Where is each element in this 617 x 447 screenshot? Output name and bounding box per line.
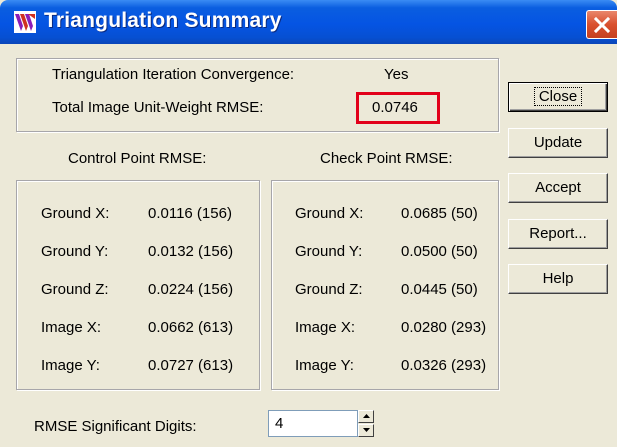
control-row-label: Ground Y: <box>41 243 109 260</box>
rmse-highlight-box <box>356 92 440 124</box>
significant-digits-input[interactable] <box>268 410 358 437</box>
rmse-label: Total Image Unit-Weight RMSE: <box>52 99 264 116</box>
check-row-label: Ground Z: <box>295 281 363 298</box>
spin-up-button[interactable] <box>358 410 374 423</box>
check-row-label: Image X: <box>295 319 356 336</box>
arrow-up-icon <box>363 414 370 418</box>
check-row-value: 0.0445 (50) <box>401 281 478 298</box>
accept-button[interactable]: Accept <box>508 173 608 203</box>
triangulation-summary-dialog: Triangulation Summary Triangulation Iter… <box>0 0 617 447</box>
control-row-value: 0.0132 (156) <box>148 243 234 260</box>
check-row-label: Ground Y: <box>295 243 363 260</box>
control-row-label: Image X: <box>41 319 102 336</box>
control-row-value: 0.0662 (613) <box>148 319 234 336</box>
control-row-label: Ground X: <box>41 205 110 222</box>
window-title: Triangulation Summary <box>44 9 282 32</box>
convergence-value: Yes <box>384 66 409 83</box>
title-bar[interactable]: Triangulation Summary <box>0 0 617 44</box>
report-button[interactable]: Report... <box>508 219 608 249</box>
check-row-label: Image Y: <box>295 357 354 374</box>
check-row-value: 0.0280 (293) <box>401 319 487 336</box>
window-close-button[interactable] <box>586 10 617 39</box>
check-row-value: 0.0685 (50) <box>401 205 478 222</box>
close-icon <box>593 16 611 34</box>
help-button[interactable]: Help <box>508 264 608 294</box>
check-row-value: 0.0500 (50) <box>401 243 478 260</box>
spin-down-button[interactable] <box>358 424 374 437</box>
convergence-label: Triangulation Iteration Convergence: <box>52 66 295 83</box>
control-row-value: 0.0727 (613) <box>148 357 234 374</box>
arrow-down-icon <box>363 428 370 432</box>
control-point-heading: Control Point RMSE: <box>68 150 207 167</box>
app-icon <box>14 11 36 33</box>
significant-digits-spinner[interactable] <box>358 410 374 437</box>
update-button[interactable]: Update <box>508 128 608 158</box>
control-row-label: Image Y: <box>41 357 100 374</box>
close-button[interactable]: Close <box>508 82 608 112</box>
control-row-label: Ground Z: <box>41 281 109 298</box>
check-row-label: Ground X: <box>295 205 364 222</box>
control-row-value: 0.0224 (156) <box>148 281 234 298</box>
close-button-label: Close <box>533 87 583 106</box>
check-row-value: 0.0326 (293) <box>401 357 487 374</box>
significant-digits-label: RMSE Significant Digits: <box>34 418 197 435</box>
check-point-heading: Check Point RMSE: <box>320 150 453 167</box>
control-row-value: 0.0116 (156) <box>148 205 232 222</box>
